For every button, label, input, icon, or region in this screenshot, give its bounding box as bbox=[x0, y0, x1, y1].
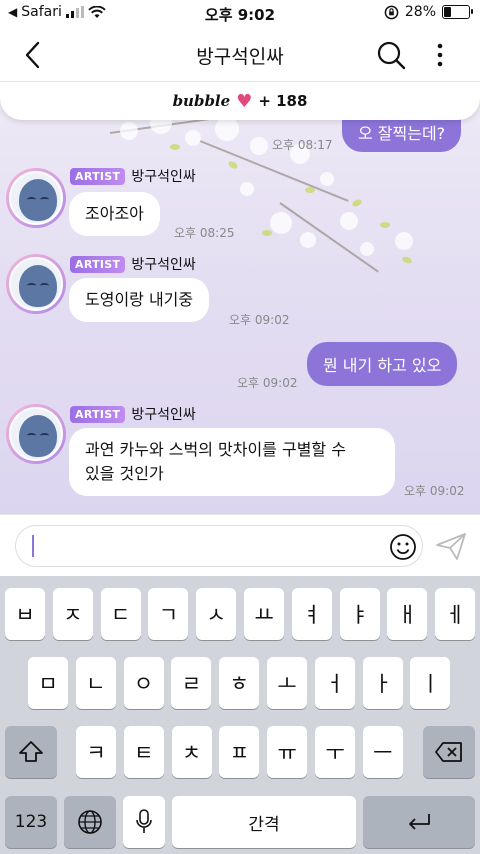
emoji-icon[interactable] bbox=[388, 532, 418, 562]
key-row1-7[interactable]: ㅑ bbox=[339, 588, 380, 640]
outgoing-message[interactable]: 뭔 내기 하고 있오 bbox=[307, 342, 458, 386]
key-row3-6[interactable]: ㅡ bbox=[362, 726, 403, 778]
key-row2-5[interactable]: ㅗ bbox=[267, 657, 307, 709]
orientation-lock-icon bbox=[384, 5, 399, 19]
artist-badge: ARTIST bbox=[70, 167, 126, 185]
artist-badge: ARTIST bbox=[70, 255, 126, 273]
globe-icon bbox=[78, 810, 102, 834]
shift-key[interactable] bbox=[5, 726, 57, 778]
backspace-icon bbox=[435, 742, 462, 762]
key-row3-1[interactable]: ㅌ bbox=[123, 726, 164, 778]
key-row1-5[interactable]: ㅛ bbox=[244, 588, 284, 640]
key-row2-0[interactable]: ㅁ bbox=[28, 657, 68, 709]
incoming-message[interactable]: 과연 카누와 스벅의 맛차이를 구별할 수 있을 것인가 bbox=[69, 428, 395, 496]
key-row1-0[interactable]: ㅂ bbox=[5, 588, 45, 640]
microphone-icon bbox=[136, 809, 152, 833]
key-row2-7[interactable]: ㅏ bbox=[362, 657, 403, 709]
bubble-logo: bubble bbox=[172, 92, 231, 110]
message-input-bar bbox=[0, 514, 480, 576]
message-line: 있을 것인가 bbox=[85, 464, 164, 483]
status-bar: ◀ Safari 오후 9:02 28% bbox=[0, 0, 480, 28]
key-row1-9[interactable]: ㅔ bbox=[435, 588, 476, 640]
key-row1-6[interactable]: ㅕ bbox=[291, 588, 332, 640]
send-icon[interactable] bbox=[434, 531, 468, 561]
key-row1-8[interactable]: ㅐ bbox=[387, 588, 428, 640]
key-row1-3[interactable]: ㄱ bbox=[148, 588, 189, 640]
dictation-key[interactable] bbox=[123, 796, 165, 848]
bubble-subscriber-banner[interactable]: bubble ♥ + 188 bbox=[0, 82, 480, 120]
key-row3-2[interactable]: ㅊ bbox=[171, 726, 212, 778]
numbers-key[interactable]: 123 bbox=[5, 796, 57, 848]
sender-name: 방구석인싸 bbox=[131, 407, 196, 423]
key-row2-8[interactable]: ㅣ bbox=[410, 657, 451, 709]
return-icon bbox=[409, 814, 430, 830]
artist-avatar[interactable] bbox=[6, 168, 66, 228]
nav-bar: 방구석인싸 bbox=[0, 28, 480, 82]
message-timestamp: 오후 09:02 bbox=[404, 484, 465, 498]
key-row3-4[interactable]: ㅠ bbox=[267, 726, 308, 778]
incoming-message[interactable]: 도영이랑 내기중 bbox=[69, 278, 210, 322]
sender-name: 방구석인싸 bbox=[131, 169, 196, 185]
shift-icon bbox=[19, 741, 43, 762]
text-cursor bbox=[32, 535, 34, 557]
artist-badge: ARTIST bbox=[70, 405, 126, 423]
search-icon[interactable] bbox=[374, 38, 408, 72]
battery-icon bbox=[442, 5, 473, 19]
message-timestamp: 오후 09:02 bbox=[237, 376, 298, 390]
key-row2-6[interactable]: ㅓ bbox=[314, 657, 355, 709]
sender-name: 방구석인싸 bbox=[131, 257, 196, 273]
message-sender: ARTIST 방구석인싸 bbox=[70, 254, 196, 274]
message-timestamp: 오후 09:02 bbox=[229, 313, 290, 327]
message-timestamp: 오후 08:17 bbox=[272, 138, 333, 152]
space-key[interactable]: 간격 bbox=[172, 796, 356, 848]
globe-key[interactable] bbox=[64, 796, 116, 848]
korean-keyboard: ㅂㅈㄷㄱㅅㅛㅕㅑㅐㅔ ㅁㄴㅇㄹㅎㅗㅓㅏㅣ ㅋㅌㅊㅍㅠㅜㅡ 123 간격 bbox=[0, 576, 480, 854]
heart-icon: ♥ bbox=[236, 90, 253, 112]
key-row3-3[interactable]: ㅍ bbox=[219, 726, 260, 778]
key-row2-4[interactable]: ㅎ bbox=[219, 657, 260, 709]
chat-area[interactable]: 오 잘찍는데? 오후 08:17 bubble ♥ + 188 ARTIST 방… bbox=[0, 82, 480, 514]
return-key[interactable] bbox=[363, 796, 475, 848]
key-row1-4[interactable]: ㅅ bbox=[196, 588, 237, 640]
battery-percent: 28% bbox=[404, 4, 436, 20]
message-input[interactable] bbox=[15, 525, 423, 567]
key-row3-5[interactable]: ㅜ bbox=[315, 726, 355, 778]
key-row1-1[interactable]: ㅈ bbox=[52, 588, 93, 640]
key-row2-3[interactable]: ㄹ bbox=[171, 657, 212, 709]
message-line: 과연 카누와 스벅의 맛차이를 구별할 수 bbox=[85, 440, 346, 459]
key-row2-1[interactable]: ㄴ bbox=[75, 657, 116, 709]
artist-avatar[interactable] bbox=[6, 404, 66, 464]
key-row1-2[interactable]: ㄷ bbox=[100, 588, 141, 640]
message-sender: ARTIST 방구석인싸 bbox=[70, 166, 196, 186]
message-sender: ARTIST 방구석인싸 bbox=[70, 404, 196, 424]
artist-avatar[interactable] bbox=[6, 254, 66, 314]
page-title: 방구석인싸 bbox=[196, 46, 284, 68]
message-timestamp: 오후 08:25 bbox=[174, 226, 235, 240]
more-options-icon[interactable] bbox=[426, 38, 454, 72]
subscriber-count: + 188 bbox=[258, 92, 308, 110]
backspace-key[interactable] bbox=[423, 726, 475, 778]
key-row2-2[interactable]: ㅇ bbox=[123, 657, 164, 709]
key-row3-0[interactable]: ㅋ bbox=[76, 726, 116, 778]
incoming-message[interactable]: 조아조아 bbox=[69, 192, 160, 236]
